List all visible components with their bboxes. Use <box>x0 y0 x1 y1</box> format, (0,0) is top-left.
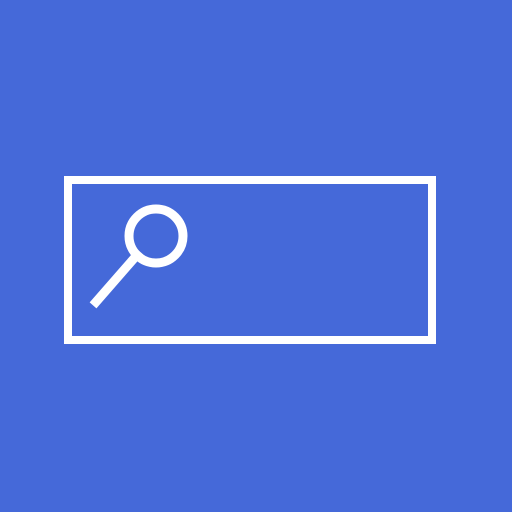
search-icon <box>86 196 196 316</box>
